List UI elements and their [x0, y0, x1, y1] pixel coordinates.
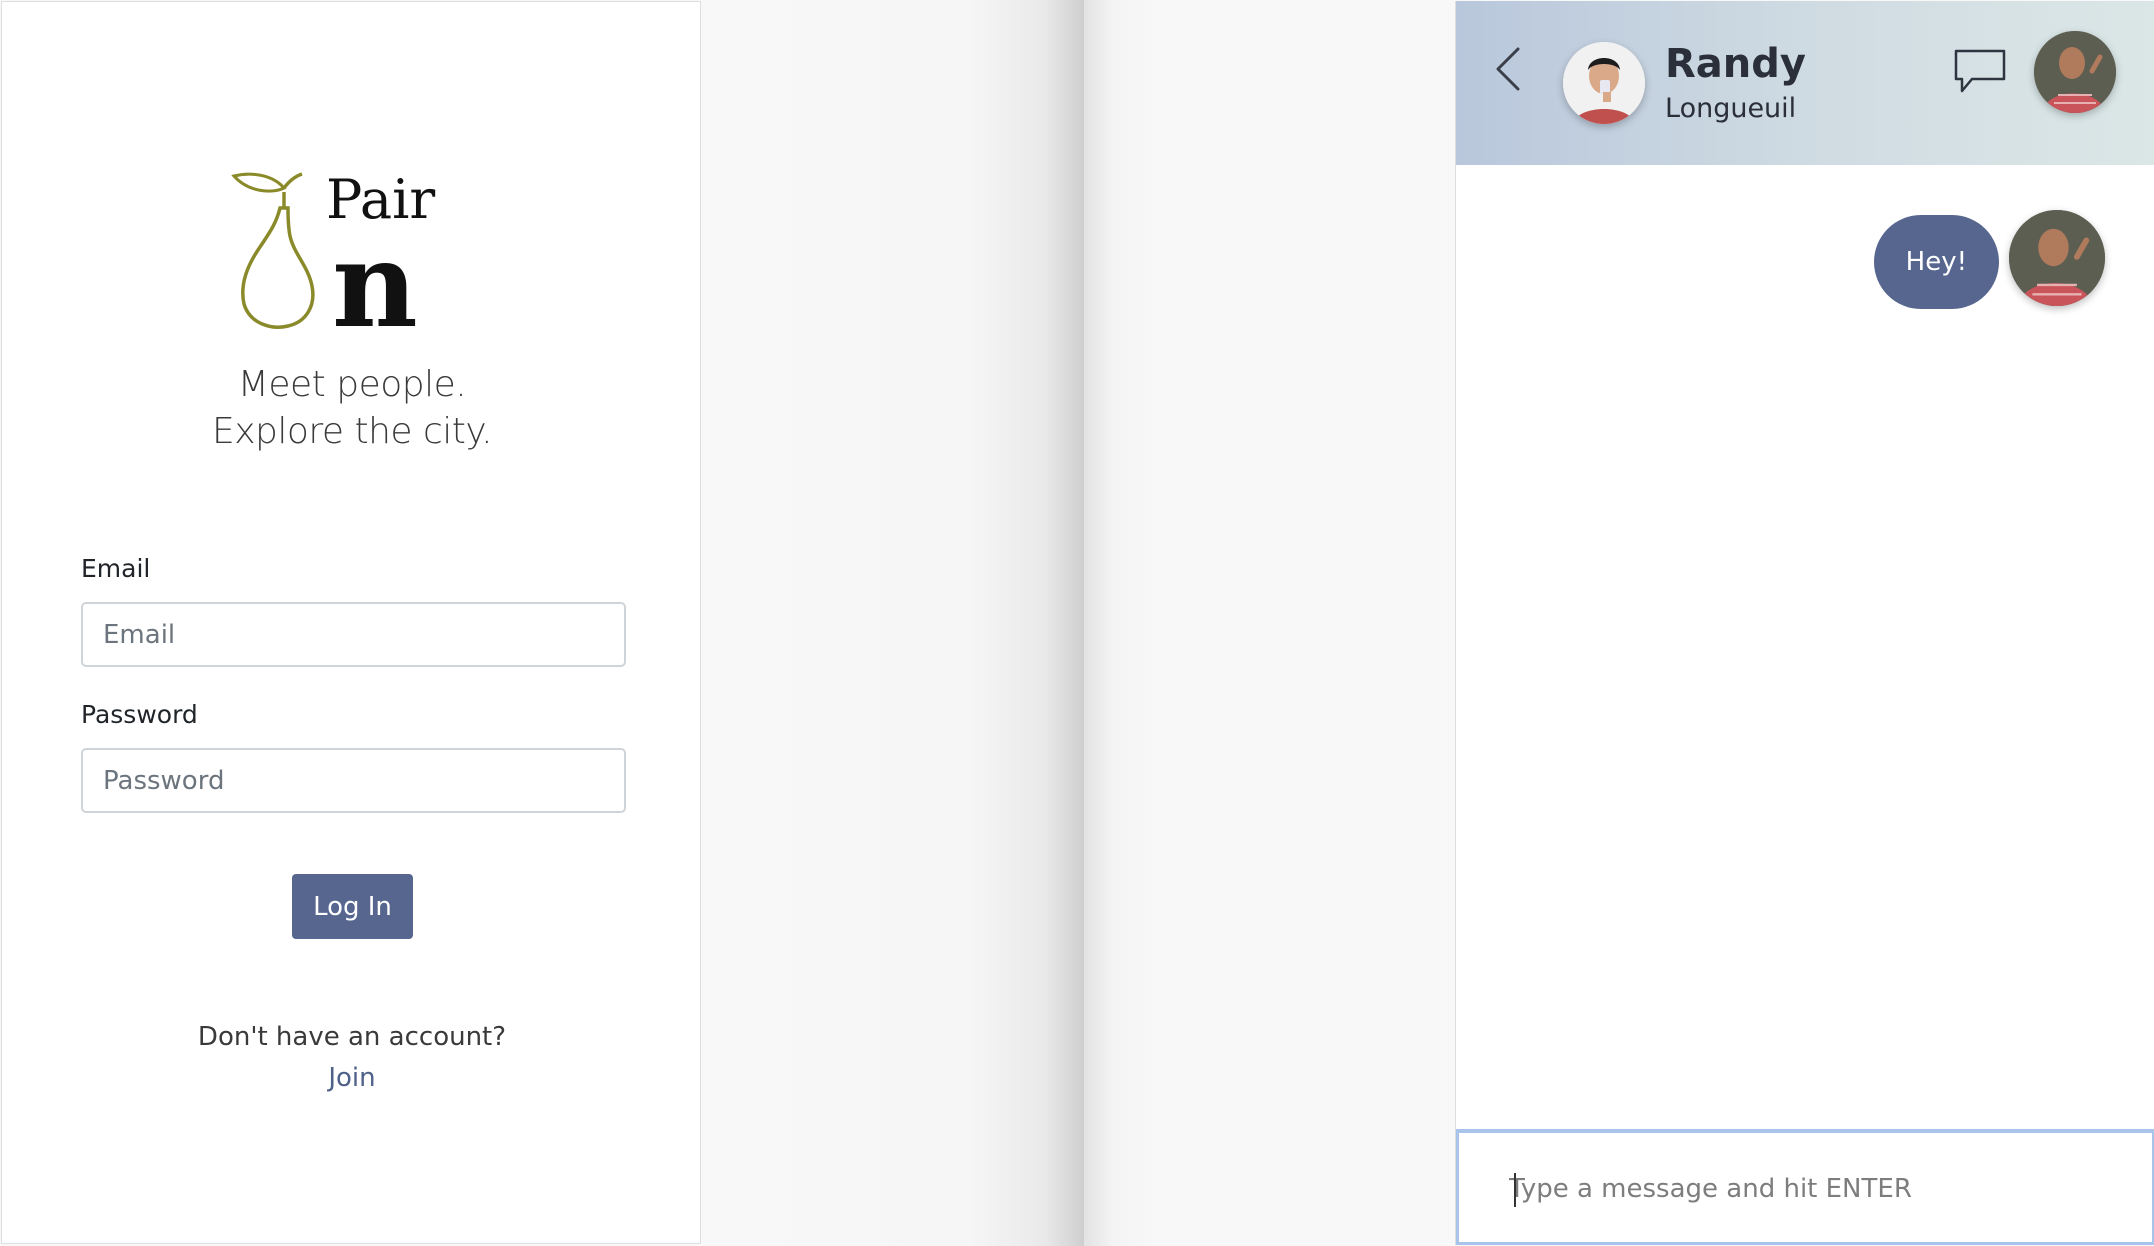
text-cursor [1514, 1173, 1516, 1207]
email-field[interactable] [81, 602, 626, 667]
chat-bubble-icon[interactable] [1954, 49, 2006, 93]
message-input[interactable] [1509, 1167, 2109, 1211]
chat-screen: Randy Longueuil Hey! [1455, 1, 2154, 1245]
back-chevron-icon[interactable] [1492, 45, 1524, 93]
password-label: Password [81, 700, 198, 729]
login-button[interactable]: Log In [292, 874, 413, 939]
tagline-line-2: Explore the city. [211, 411, 493, 452]
contact-avatar[interactable] [1563, 42, 1645, 124]
message-sender-avatar [2009, 210, 2105, 306]
signup-prompt: Don't have an account? [197, 1022, 507, 1052]
pair-on-logo: Pair n [231, 168, 435, 332]
contact-avatar-image [1563, 42, 1645, 124]
pear-logo-icon [231, 172, 315, 329]
email-label: Email [81, 554, 151, 583]
current-user-avatar[interactable] [2034, 31, 2116, 113]
password-field[interactable] [81, 748, 626, 813]
message-composer [1456, 1129, 2154, 1245]
page-divider-right [1083, 0, 1455, 1246]
join-link[interactable]: Join [2, 1063, 702, 1093]
contact-name: Randy [1665, 41, 1806, 87]
current-user-avatar-image [2034, 31, 2116, 113]
login-screen: Pair n Meet people. Explore the city. Em… [1, 1, 701, 1244]
contact-location: Longueuil [1665, 93, 1797, 124]
message-list: Hey! [1456, 165, 2154, 1129]
logo-text-n: n [332, 215, 418, 332]
page-divider-left [702, 0, 1083, 1246]
tagline-line-1: Meet people. [237, 364, 467, 405]
message-sender-avatar-image [2009, 210, 2105, 306]
chat-header: Randy Longueuil [1456, 1, 2154, 165]
message-bubble: Hey! [1873, 215, 1999, 309]
